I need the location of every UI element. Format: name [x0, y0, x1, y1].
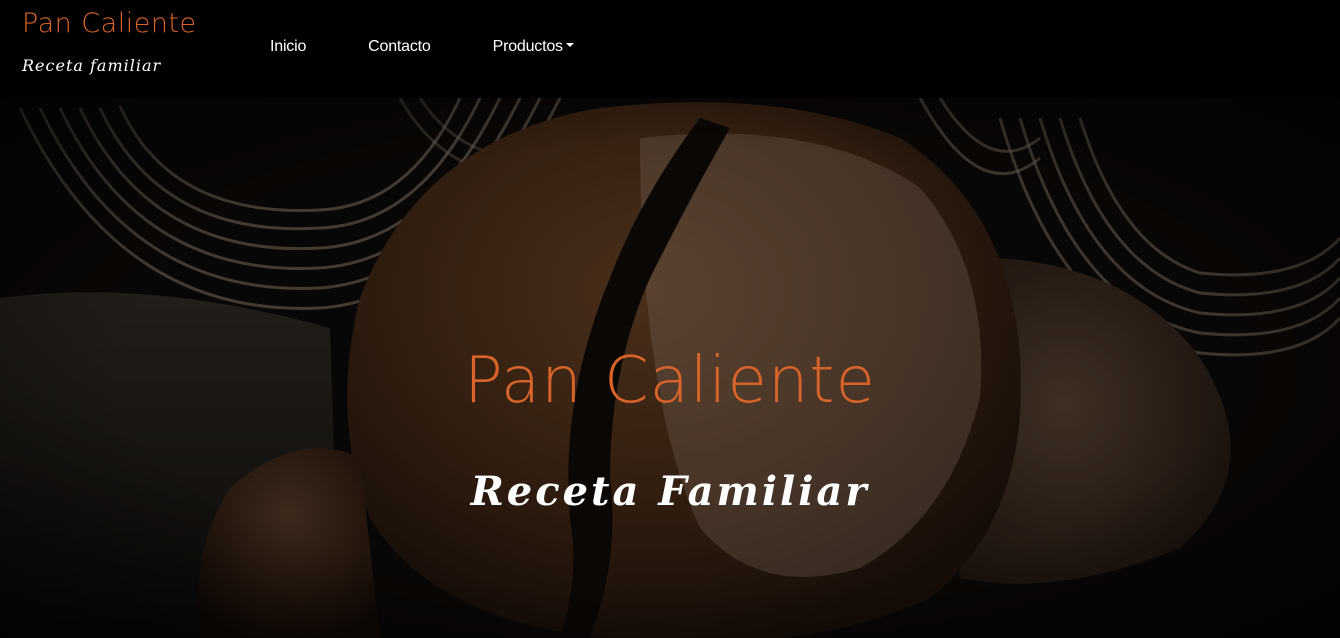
nav-link-productos-label: Productos [492, 38, 563, 55]
brand[interactable]: Pan Caliente Receta familiar [22, 6, 242, 76]
hero-title: Pan Caliente [464, 344, 876, 418]
brand-tagline: Receta familiar [22, 56, 162, 75]
hero-banner: Pan Caliente Receta Familiar [0, 98, 1340, 638]
nav-dropdown-productos[interactable]: Productos [493, 36, 574, 58]
caret-down-icon [565, 43, 574, 47]
hero-subtitle: Receta Familiar [470, 468, 870, 515]
nav-links: Inicio Contacto Productos [270, 36, 574, 58]
brand-name: Pan Caliente [22, 8, 197, 39]
nav-link-contacto[interactable]: Contacto [368, 36, 431, 58]
nav-link-inicio[interactable]: Inicio [270, 36, 306, 58]
navbar: Pan Caliente Receta familiar Inicio Cont… [0, 0, 1340, 98]
